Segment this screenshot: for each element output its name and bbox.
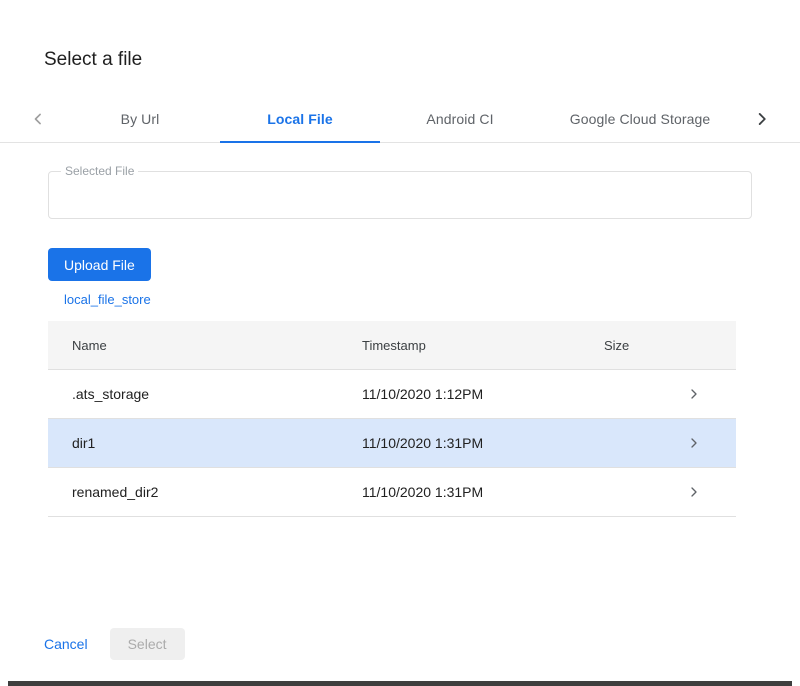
upload-file-button[interactable]: Upload File [48,248,151,281]
table-header-row: Name Timestamp Size [48,321,736,370]
file-timestamp: 11/10/2020 1:31PM [362,484,604,500]
file-timestamp: 11/10/2020 1:31PM [362,435,604,451]
tab-list: By Url Local File Android CI Google Clou… [60,96,740,142]
file-timestamp: 11/10/2020 1:12PM [362,386,604,402]
selected-file-input[interactable] [49,172,751,218]
chevron-right-icon [652,386,736,402]
file-name: .ats_storage [48,386,362,402]
chevron-right-icon [652,435,736,451]
chevron-left-icon [28,109,48,129]
tab-google-cloud-storage[interactable]: Google Cloud Storage [540,96,740,142]
column-header-timestamp: Timestamp [362,338,604,353]
tabs-scroll-left-button[interactable] [16,96,60,142]
file-name: dir1 [48,435,362,451]
tab-label: By Url [121,111,160,127]
chevron-right-icon [652,484,736,500]
tabs-scroll-right-button[interactable] [740,96,784,142]
dialog-actions: Cancel Select [44,628,185,660]
file-table: Name Timestamp Size .ats_storage 11/10/2… [48,321,736,517]
column-header-name: Name [48,338,362,353]
table-row[interactable]: renamed_dir2 11/10/2020 1:31PM [48,468,736,517]
chevron-right-icon [751,108,773,130]
table-row[interactable]: dir1 11/10/2020 1:31PM [48,419,736,468]
select-button[interactable]: Select [110,628,185,660]
tab-label: Google Cloud Storage [570,111,711,127]
select-file-dialog: Select a file By Url Local File Android … [0,0,800,686]
page-bottom-edge [8,681,792,686]
cancel-button[interactable]: Cancel [44,636,88,652]
selected-file-label: Selected File [61,164,138,178]
tab-label: Android CI [426,111,493,127]
column-header-size: Size [604,338,652,353]
file-name: renamed_dir2 [48,484,362,500]
tab-by-url[interactable]: By Url [60,96,220,142]
tab-android-ci[interactable]: Android CI [380,96,540,142]
selected-file-field: Selected File [48,171,752,219]
tab-local-file[interactable]: Local File [220,96,380,142]
tab-bar: By Url Local File Android CI Google Clou… [0,96,800,143]
table-row[interactable]: .ats_storage 11/10/2020 1:12PM [48,370,736,419]
local-file-store-link[interactable]: local_file_store [64,292,151,307]
tab-label: Local File [267,111,333,127]
dialog-title: Select a file [44,49,142,71]
